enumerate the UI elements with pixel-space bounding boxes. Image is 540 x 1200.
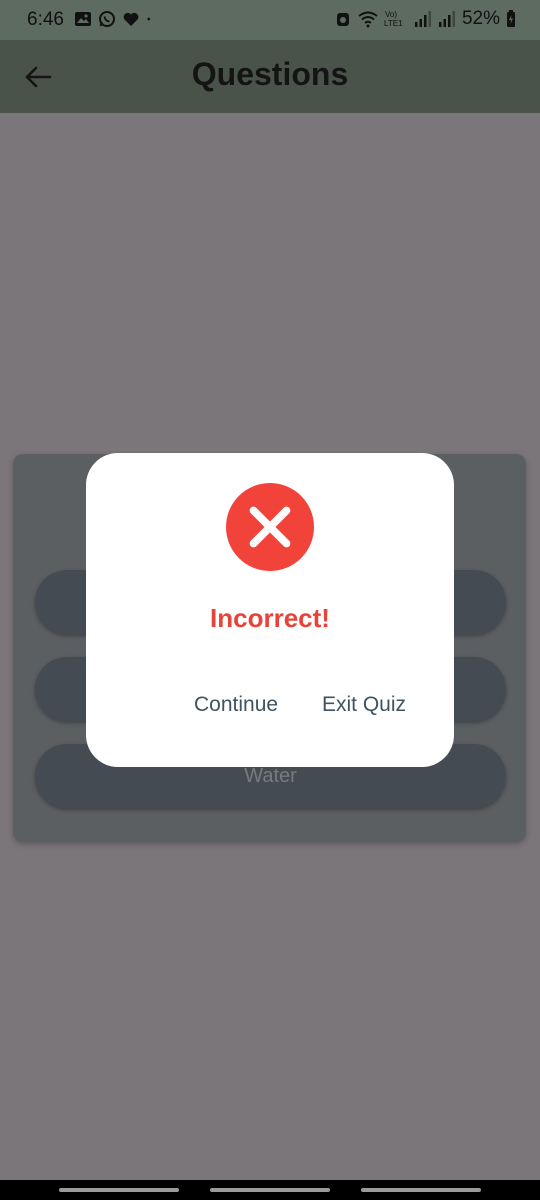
recent-apps-button[interactable] bbox=[59, 1188, 179, 1192]
app-bar: Questions bbox=[0, 40, 540, 113]
close-icon bbox=[249, 506, 291, 548]
page-title: Questions bbox=[191, 56, 349, 92]
signal-icon bbox=[414, 11, 431, 27]
volte-icon: Vo) LTE1 bbox=[384, 10, 403, 28]
battery-icon bbox=[507, 10, 515, 27]
result-dialog: Incorrect! Continue Exit Quiz bbox=[86, 453, 454, 767]
battery-percentage: 52% bbox=[461, 8, 500, 29]
status-bar: 6:46 Vo) LTE1 52% bbox=[0, 0, 540, 40]
whatsapp-icon bbox=[99, 11, 115, 27]
svg-text:Vo): Vo) bbox=[385, 10, 397, 19]
alarm-icon bbox=[336, 13, 349, 26]
system-nav-bar bbox=[0, 1180, 540, 1200]
home-button[interactable] bbox=[210, 1188, 330, 1192]
signal-icon bbox=[438, 11, 455, 27]
gallery-icon bbox=[75, 12, 91, 26]
heart-icon bbox=[123, 12, 139, 26]
continue-button[interactable]: Continue bbox=[188, 689, 284, 721]
close-circle-icon bbox=[226, 483, 314, 571]
exit-quiz-button[interactable]: Exit Quiz bbox=[316, 689, 412, 721]
svg-text:LTE1: LTE1 bbox=[384, 19, 403, 28]
status-right-icons: Vo) LTE1 52% bbox=[334, 8, 516, 30]
status-left-icons bbox=[74, 10, 156, 28]
wifi-icon bbox=[358, 11, 378, 28]
system-back-button[interactable] bbox=[361, 1188, 481, 1192]
status-time: 6:46 bbox=[27, 9, 64, 30]
screen: 6:46 Vo) LTE1 52% Questions Water Incorr… bbox=[0, 0, 540, 1200]
dot-icon bbox=[147, 17, 151, 21]
result-message: Incorrect! bbox=[210, 603, 330, 633]
